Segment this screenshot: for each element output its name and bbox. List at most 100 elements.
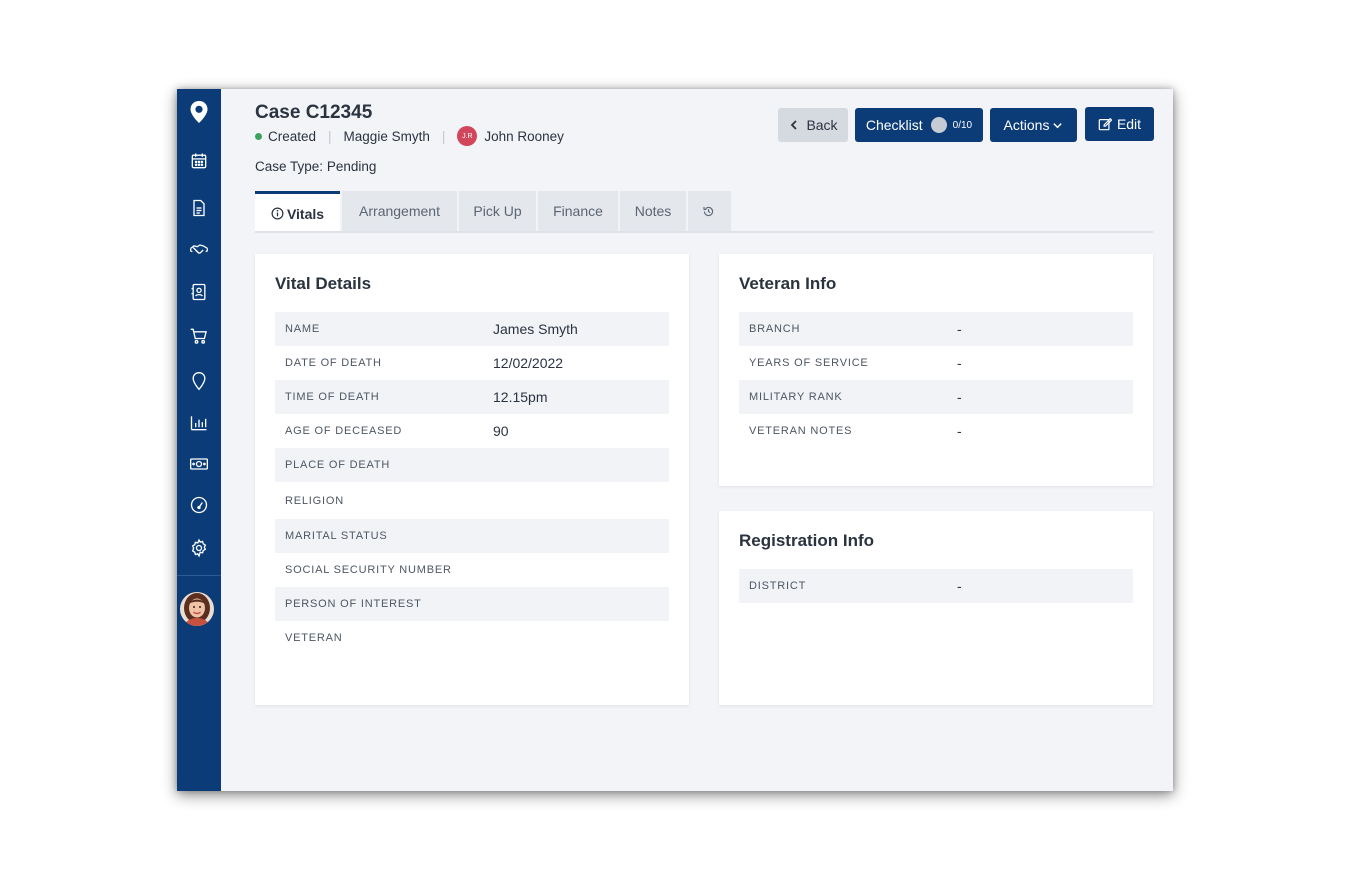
cart-icon[interactable] xyxy=(177,323,221,349)
veteran-info-card: Veteran Info BRANCH - YEARS OF SERVICE - M… xyxy=(719,254,1153,486)
actions-label: Actions xyxy=(1003,117,1050,133)
assignee-name: John Rooney xyxy=(484,128,564,144)
status-dot xyxy=(255,132,262,140)
table-row: DISTRICT - xyxy=(739,569,1133,603)
checklist-button[interactable]: Checklist 0/10 xyxy=(855,108,983,142)
veteran-info-title: Veteran Info xyxy=(739,274,837,293)
settings-gear-icon[interactable] xyxy=(177,535,221,561)
map-pin-icon[interactable] xyxy=(177,368,221,394)
row-label: DISTRICT xyxy=(749,580,807,592)
tab-bar-underline xyxy=(255,231,1153,233)
tab-finance-label: Finance xyxy=(553,203,603,219)
table-row: TIME OF DEATH 12.15pm xyxy=(275,380,669,414)
table-row: PERSON OF INTEREST xyxy=(275,587,669,621)
app-window: Case C12345 Created | Maggie Smyth | J.R… xyxy=(177,89,1173,791)
row-value: - xyxy=(957,423,962,439)
contacts-icon[interactable] xyxy=(177,279,221,305)
tab-pick-up-label: Pick Up xyxy=(473,203,522,219)
table-row: DATE OF DEATH 12/02/2022 xyxy=(275,346,669,380)
case-type-label: Case Type: xyxy=(255,159,324,174)
row-label: NAME xyxy=(285,323,320,335)
row-label: VETERAN NOTES xyxy=(749,425,853,437)
row-value: 12.15pm xyxy=(493,389,548,405)
owner-name: Maggie Smyth xyxy=(343,128,430,144)
tab-notes-label: Notes xyxy=(634,203,672,219)
chevron-left-icon xyxy=(791,120,798,130)
edit-button-label: Edit xyxy=(1116,116,1142,132)
row-value: 90 xyxy=(493,423,509,439)
meta-separator: | xyxy=(441,128,446,144)
chevron-down-icon xyxy=(1053,122,1063,128)
back-button[interactable]: Back xyxy=(778,108,848,142)
row-label: MILITARY RANK xyxy=(749,391,843,403)
table-row: MILITARY RANK - xyxy=(739,380,1133,414)
table-row: YEARS OF SERVICE - xyxy=(739,346,1133,380)
checklist-count: 0/10 xyxy=(952,119,973,131)
location-pin-icon[interactable] xyxy=(177,97,221,127)
row-label: AGE OF DECEASED xyxy=(285,425,403,437)
sidebar-divider xyxy=(177,575,221,576)
tab-notes[interactable]: Notes xyxy=(620,191,686,231)
vital-details-table: NAME James Smyth DATE OF DEATH 12/02/2022 … xyxy=(275,312,669,655)
row-label: DATE OF DEATH xyxy=(285,357,382,369)
row-value: - xyxy=(957,355,962,371)
row-label: PERSON OF INTEREST xyxy=(285,598,422,610)
row-label: BRANCH xyxy=(749,323,801,335)
calendar-icon[interactable] xyxy=(177,148,221,174)
assignee-avatar: J.R xyxy=(457,126,478,146)
tab-vitals-label: Vitals xyxy=(286,205,325,222)
row-label: PLACE OF DEATH xyxy=(285,459,391,471)
table-row: AGE OF DECEASED 90 xyxy=(275,414,669,448)
table-row: PLACE OF DEATH xyxy=(275,448,669,482)
user-avatar[interactable] xyxy=(180,592,214,626)
dashboard-gauge-icon[interactable] xyxy=(177,492,221,518)
edit-button[interactable]: Edit xyxy=(1085,107,1154,141)
document-icon[interactable] xyxy=(177,195,221,221)
registration-info-card: Registration Info DISTRICT - xyxy=(719,511,1153,705)
tab-finance[interactable]: Finance xyxy=(538,191,618,231)
row-value: 12/02/2022 xyxy=(493,355,564,371)
tab-arrangement-label: Arrangement xyxy=(359,203,440,219)
vital-details-card: Vital Details NAME James Smyth DATE OF DE… xyxy=(255,254,689,705)
case-type-value: Pending xyxy=(326,159,377,174)
row-label: VETERAN xyxy=(285,632,343,644)
info-icon xyxy=(271,207,284,220)
row-value: - xyxy=(957,389,962,405)
row-label: RELIGION xyxy=(285,494,344,507)
table-row: NAME James Smyth xyxy=(275,312,669,346)
sidebar xyxy=(177,89,221,791)
case-type: Case Type: Pending xyxy=(255,159,376,174)
row-value: - xyxy=(957,321,962,337)
row-value: - xyxy=(957,578,962,594)
row-value: James Smyth xyxy=(493,321,578,337)
history-icon xyxy=(702,206,713,216)
checklist-toggle[interactable] xyxy=(930,117,947,133)
tab-pick-up[interactable]: Pick Up xyxy=(459,191,536,231)
back-button-label: Back xyxy=(806,117,838,133)
row-label: TIME OF DEATH xyxy=(285,391,380,403)
table-row: VETERAN NOTES - xyxy=(739,414,1133,448)
main-content: Case C12345 Created | Maggie Smyth | J.R… xyxy=(221,89,1173,791)
tab-bar: Vitals Arrangement Pick Up Finance Notes xyxy=(255,191,733,233)
edit-icon xyxy=(1098,117,1112,131)
row-label: YEARS OF SERVICE xyxy=(749,357,869,369)
status-text: Created xyxy=(268,128,317,144)
tab-vitals[interactable]: Vitals xyxy=(255,191,340,233)
case-meta: Created | Maggie Smyth | J.R John Rooney xyxy=(255,126,564,146)
table-row: VETERAN xyxy=(275,621,669,655)
actions-dropdown[interactable]: Actions xyxy=(990,108,1077,142)
registration-info-title: Registration Info xyxy=(739,531,875,550)
handshake-icon[interactable] xyxy=(177,237,221,263)
bar-chart-icon[interactable] xyxy=(177,410,221,436)
tab-history[interactable] xyxy=(688,191,731,231)
table-row: BRANCH - xyxy=(739,312,1133,346)
registration-info-table: DISTRICT - xyxy=(739,569,1133,603)
tab-arrangement[interactable]: Arrangement xyxy=(342,191,457,231)
table-row: MARITAL STATUS xyxy=(275,519,669,553)
row-label: SOCIAL SECURITY NUMBER xyxy=(285,564,452,576)
meta-separator: | xyxy=(328,128,332,144)
table-row: RELIGION xyxy=(275,482,669,519)
money-icon[interactable] xyxy=(177,451,221,477)
table-row: SOCIAL SECURITY NUMBER xyxy=(275,553,669,587)
veteran-info-table: BRANCH - YEARS OF SERVICE - MILITARY RANK -… xyxy=(739,312,1133,448)
